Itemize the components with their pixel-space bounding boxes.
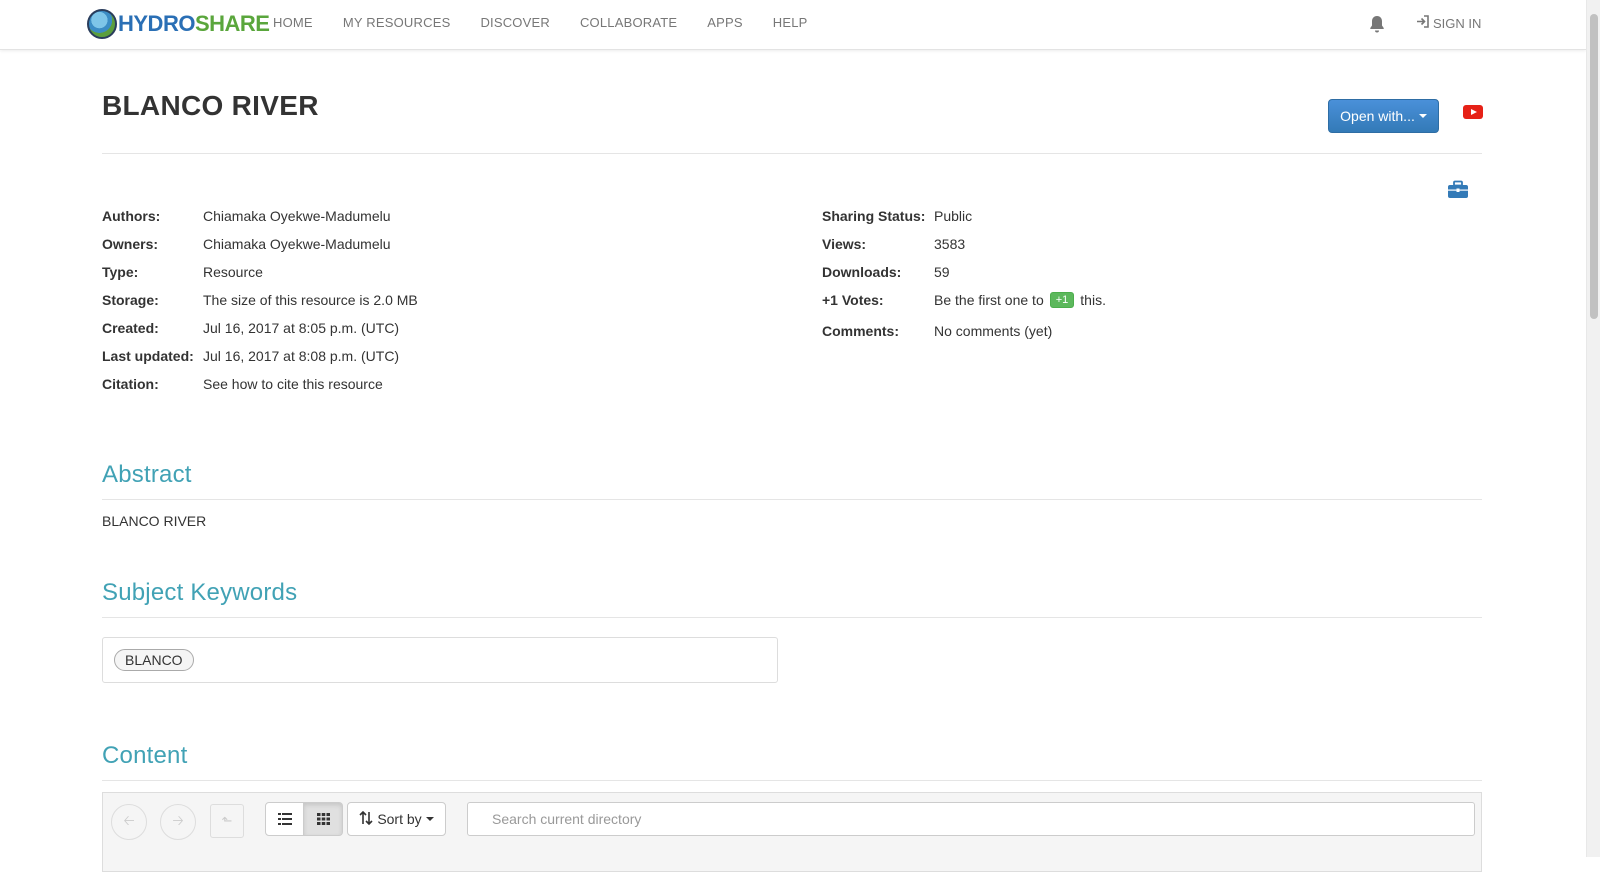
type-label: Type: <box>102 264 139 280</box>
scrollbar-thumb[interactable] <box>1590 14 1598 319</box>
nav-discover[interactable]: DISCOVER <box>465 0 565 48</box>
page-scrollbar[interactable] <box>1586 0 1600 857</box>
file-browser-toolbar: 🡠 🡢 ⬑ Sort by <box>102 792 1482 872</box>
search-directory-input[interactable] <box>467 802 1475 836</box>
logo-text: HYDROSHARE <box>118 11 270 37</box>
comments-link[interactable]: No comments (yet) <box>934 323 1052 339</box>
nav-my-resources[interactable]: MY RESOURCES <box>328 0 466 48</box>
arrow-right-icon: 🡢 <box>172 812 184 828</box>
open-with-label: Open with... <box>1340 108 1415 124</box>
citation-label: Citation: <box>102 376 159 392</box>
plus-one-button[interactable]: +1 <box>1049 292 1075 309</box>
hydroshare-logo[interactable]: HYDROSHARE <box>87 9 270 39</box>
list-icon <box>277 813 292 825</box>
sharing-status-value: Public <box>934 208 973 224</box>
sign-in-label: SIGN IN <box>1433 15 1482 31</box>
owners-label: Owners: <box>102 236 159 252</box>
up-directory-button[interactable]: ⬑ <box>210 804 244 838</box>
title-divider <box>102 153 1482 154</box>
caret-down-icon <box>425 817 434 821</box>
sharing-status-label: Sharing Status: <box>822 208 926 224</box>
keyword-tag[interactable]: BLANCO <box>114 649 194 671</box>
last-updated-value: Jul 16, 2017 at 8:08 p.m. (UTC) <box>203 348 400 364</box>
top-navbar: HYDROSHARE HOME MY RESOURCES DISCOVER CO… <box>0 0 1586 50</box>
sign-in-link[interactable]: SIGN IN <box>1416 15 1481 31</box>
nav-help[interactable]: HELP <box>758 0 823 48</box>
nav-home[interactable]: HOME <box>258 0 328 48</box>
open-with-button[interactable]: Open with... <box>1328 99 1439 133</box>
sort-by-button[interactable]: Sort by <box>347 802 446 836</box>
votes-prefix: Be the first one to <box>934 292 1044 308</box>
keywords-divider <box>102 617 1482 618</box>
comments-label: Comments: <box>822 323 900 339</box>
grid-icon <box>316 813 330 825</box>
views-value: 3583 <box>934 236 966 252</box>
downloads-value: 59 <box>934 264 950 280</box>
level-up-icon: ⬑ <box>221 813 233 828</box>
authors-label: Authors: <box>102 208 161 224</box>
view-toggle <box>265 802 343 836</box>
created-label: Created: <box>102 320 159 336</box>
content-heading: Content <box>102 742 188 769</box>
views-label: Views: <box>822 236 867 252</box>
abstract-text: BLANCO RIVER <box>102 513 207 529</box>
storage-label: Storage: <box>102 292 159 308</box>
type-value: Resource <box>203 264 263 280</box>
sort-icon <box>359 810 373 828</box>
list-view-button[interactable] <box>265 802 304 836</box>
sort-by-label: Sort by <box>377 811 422 827</box>
votes-suffix: this. <box>1080 292 1106 308</box>
downloads-label: Downloads: <box>822 264 902 280</box>
keywords-box: BLANCO <box>102 637 778 683</box>
nav-apps[interactable]: APPS <box>692 0 757 48</box>
votes-label: +1 Votes: <box>822 292 884 308</box>
keywords-heading: Subject Keywords <box>102 579 298 606</box>
forward-button[interactable]: 🡢 <box>160 804 196 840</box>
logo-text-part1: HYDRO <box>118 11 195 36</box>
main-nav: HOME MY RESOURCES DISCOVER COLLABORATE A… <box>258 0 823 48</box>
arrow-left-icon: 🡠 <box>123 812 135 828</box>
toolbox-icon[interactable] <box>1447 180 1469 199</box>
created-value: Jul 16, 2017 at 8:05 p.m. (UTC) <box>203 320 400 336</box>
abstract-heading: Abstract <box>102 461 192 488</box>
bell-icon[interactable] <box>1367 14 1387 34</box>
storage-value: The size of this resource is 2.0 MB <box>203 292 418 308</box>
owner-link[interactable]: Chiamaka Oyekwe-Madumelu <box>203 236 391 252</box>
abstract-divider <box>102 499 1482 500</box>
back-button[interactable]: 🡠 <box>111 804 147 840</box>
author-link[interactable]: Chiamaka Oyekwe-Madumelu <box>203 208 391 224</box>
grid-view-button[interactable] <box>304 802 343 836</box>
votes-value: Be the first one to +1 this. <box>934 292 1106 309</box>
caret-down-icon <box>1418 114 1427 118</box>
citation-link[interactable]: See how to cite this resource <box>203 376 383 392</box>
globe-logo-icon <box>87 9 117 39</box>
resource-title: BLANCO RIVER <box>102 90 319 121</box>
sign-in-icon <box>1416 15 1430 31</box>
nav-collaborate[interactable]: COLLABORATE <box>565 0 692 48</box>
last-updated-label: Last updated: <box>102 348 194 364</box>
youtube-icon[interactable] <box>1463 105 1483 119</box>
content-divider <box>102 780 1482 781</box>
